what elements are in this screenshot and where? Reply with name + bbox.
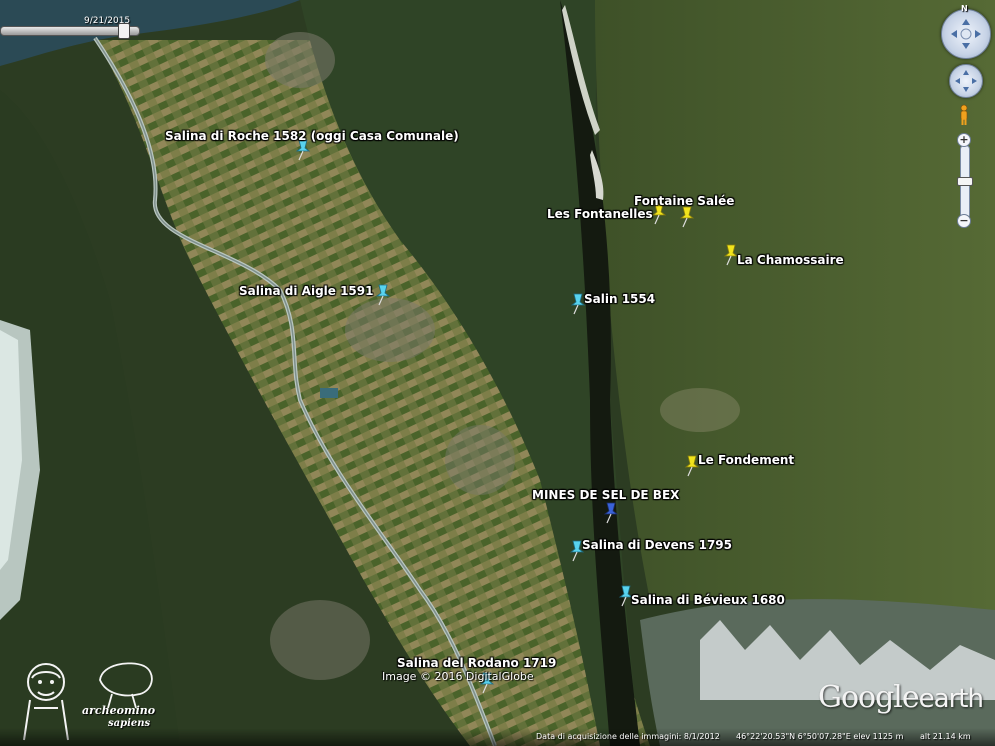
pushpin-cyan-icon[interactable] xyxy=(374,284,392,306)
placemark-label-devens[interactable]: Salina di Devens 1795 xyxy=(582,538,732,552)
status-bar: Data di acquisizione delle immagini: 8/1… xyxy=(0,728,995,746)
zoom-out-button[interactable]: − xyxy=(957,214,971,228)
logo-google-text: Google xyxy=(818,680,920,715)
zoom-in-button[interactable]: + xyxy=(957,133,971,147)
acquisition-date: Data di acquisizione delle immagini: 8/1… xyxy=(536,732,720,741)
timeline-slider-knob[interactable] xyxy=(118,23,130,39)
satellite-terrain[interactable] xyxy=(0,0,995,746)
placemark-label-fondement[interactable]: Le Fondement xyxy=(698,453,794,467)
placemark-label-fontanelles[interactable]: Les Fontanelles xyxy=(547,207,653,221)
eye-altitude: alt 21.14 km xyxy=(920,732,971,741)
imagery-credit: Image © 2016 DigitalGlobe xyxy=(382,670,534,683)
compass-arrows-icon xyxy=(951,19,981,49)
watermark-text-line1: archeomino xyxy=(82,704,156,717)
north-indicator[interactable]: N xyxy=(961,4,968,13)
map-viewport[interactable]: 9/21/2015 Salina di Roche 1582 (oggi Cas… xyxy=(0,0,995,746)
pushpin-blue-icon[interactable] xyxy=(602,502,620,524)
placemark-label-salin[interactable]: Salin 1554 xyxy=(584,292,655,306)
placemark-label-chamossaire[interactable]: La Chamossaire xyxy=(737,253,844,267)
placemark-label-bevieux[interactable]: Salina di Bévieux 1680 xyxy=(631,593,785,607)
placemark-label-aigle[interactable]: Salina di Aigle 1591 xyxy=(239,284,373,298)
street-view-pegman-icon[interactable] xyxy=(959,104,969,126)
placemark-label-rodano[interactable]: Salina del Rodano 1719 xyxy=(397,656,556,670)
look-around-control[interactable] xyxy=(941,9,991,59)
cursor-coordinates: 46°22'20.53"N 6°50'07.28"E elev 1125 m xyxy=(736,732,904,741)
move-control[interactable] xyxy=(949,64,983,98)
zoom-slider-knob[interactable] xyxy=(957,177,973,186)
google-earth-logo: Googleearth xyxy=(818,680,984,715)
pan-arrows-icon xyxy=(955,70,977,92)
pushpin-yellow-icon[interactable] xyxy=(678,206,696,228)
placemark-label-roche[interactable]: Salina di Roche 1582 (oggi Casa Comunale… xyxy=(165,129,459,143)
logo-earth-text: earth xyxy=(918,684,984,714)
placemark-label-mines[interactable]: MINES DE SEL DE BEX xyxy=(532,488,679,502)
